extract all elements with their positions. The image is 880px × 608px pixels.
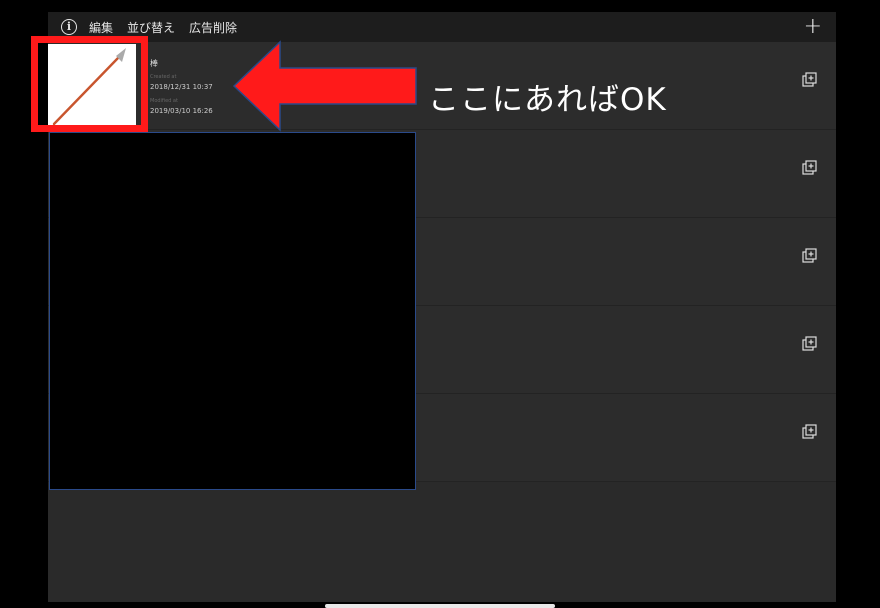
duplicate-icon[interactable] xyxy=(802,72,818,88)
duplicate-icon[interactable] xyxy=(802,336,818,352)
duplicate-icon[interactable] xyxy=(802,248,818,264)
modified-date: 2019/03/10 16:26 xyxy=(150,107,213,115)
arrow-left-icon xyxy=(232,40,417,132)
remove-ads-button[interactable]: 広告削除 xyxy=(189,19,237,36)
created-label: Created at xyxy=(150,74,177,80)
info-icon[interactable]: i xyxy=(61,19,77,35)
home-indicator xyxy=(325,604,555,608)
modified-label: Modified at xyxy=(150,98,178,104)
created-date: 2018/12/31 10:37 xyxy=(150,83,213,91)
highlight-frame xyxy=(31,36,148,132)
obscured-panel xyxy=(49,132,416,490)
item-name: 棒 xyxy=(150,59,158,68)
edit-button[interactable]: 編集 xyxy=(89,19,113,36)
duplicate-icon[interactable] xyxy=(802,160,818,176)
callout-text: ここにあればOK xyxy=(428,82,667,118)
empty-area xyxy=(48,482,836,602)
sort-button[interactable]: 並び替え xyxy=(127,19,175,36)
toolbar: i 編集 並び替え 広告削除 + xyxy=(48,12,836,42)
duplicate-icon[interactable] xyxy=(802,424,818,440)
plus-icon[interactable]: + xyxy=(804,16,822,38)
